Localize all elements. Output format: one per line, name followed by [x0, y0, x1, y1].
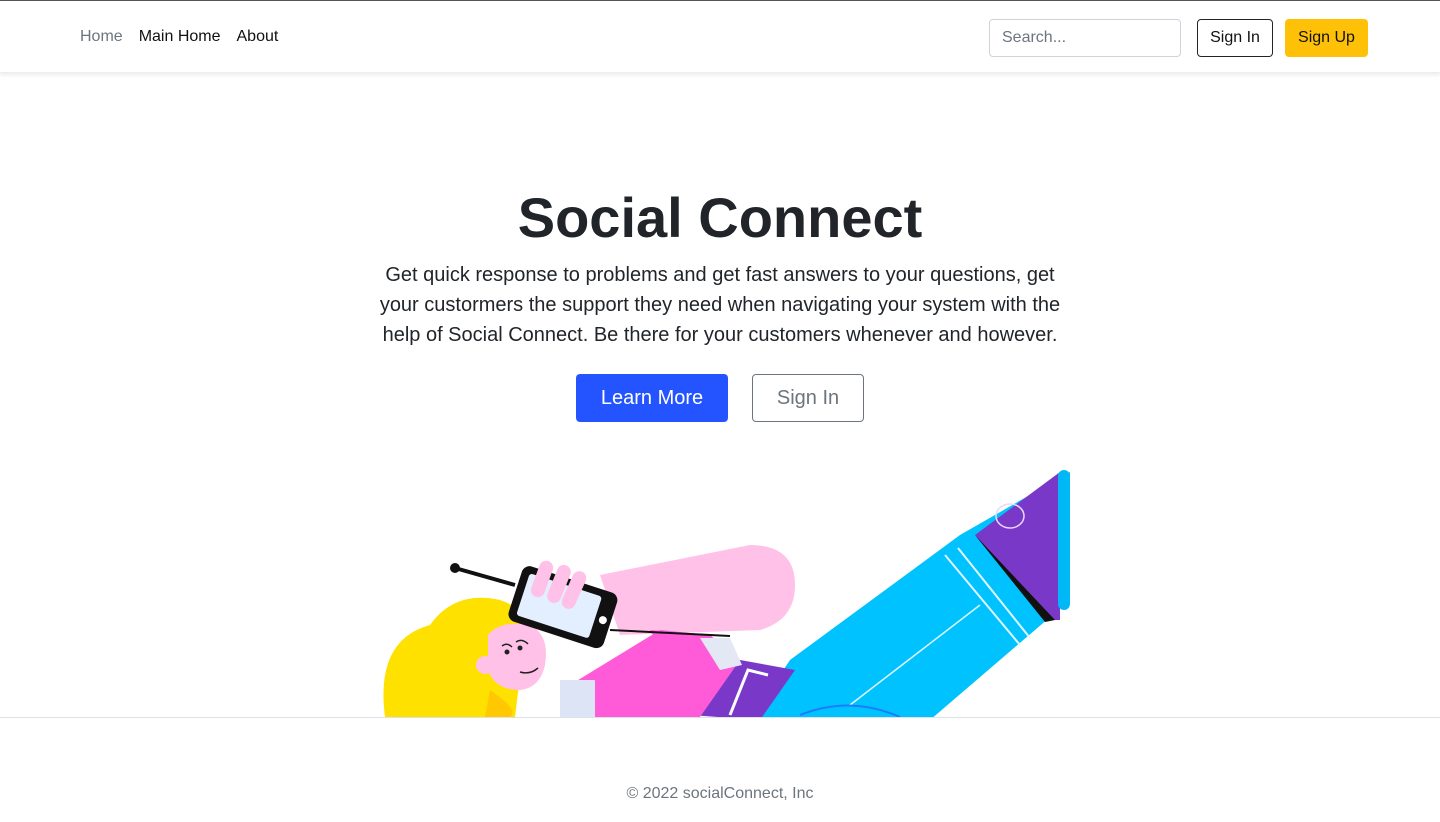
search-input[interactable] — [989, 19, 1181, 57]
hero-signin-button[interactable]: Sign In — [752, 374, 864, 422]
nav-links: Home Main Home About — [80, 26, 294, 48]
hero-description: Get quick response to problems and get f… — [379, 264, 1061, 346]
nav-signin-button[interactable]: Sign In — [1197, 19, 1273, 57]
nav-link-about[interactable]: About — [237, 26, 279, 48]
learn-more-button[interactable]: Learn More — [576, 374, 728, 422]
footer-copyright: © 2022 socialConnect, Inc — [626, 785, 814, 802]
navbar: Home Main Home About Sign In Sign Up — [0, 1, 1440, 73]
nav-link-main-home[interactable]: Main Home — [139, 26, 221, 48]
person-lying-with-phone-illustration — [370, 460, 1090, 717]
hero-title: Social Connect — [517, 186, 923, 249]
footer-divider — [0, 717, 1440, 718]
nav-signup-button[interactable]: Sign Up — [1285, 19, 1368, 57]
nav-link-home[interactable]: Home — [80, 26, 123, 48]
